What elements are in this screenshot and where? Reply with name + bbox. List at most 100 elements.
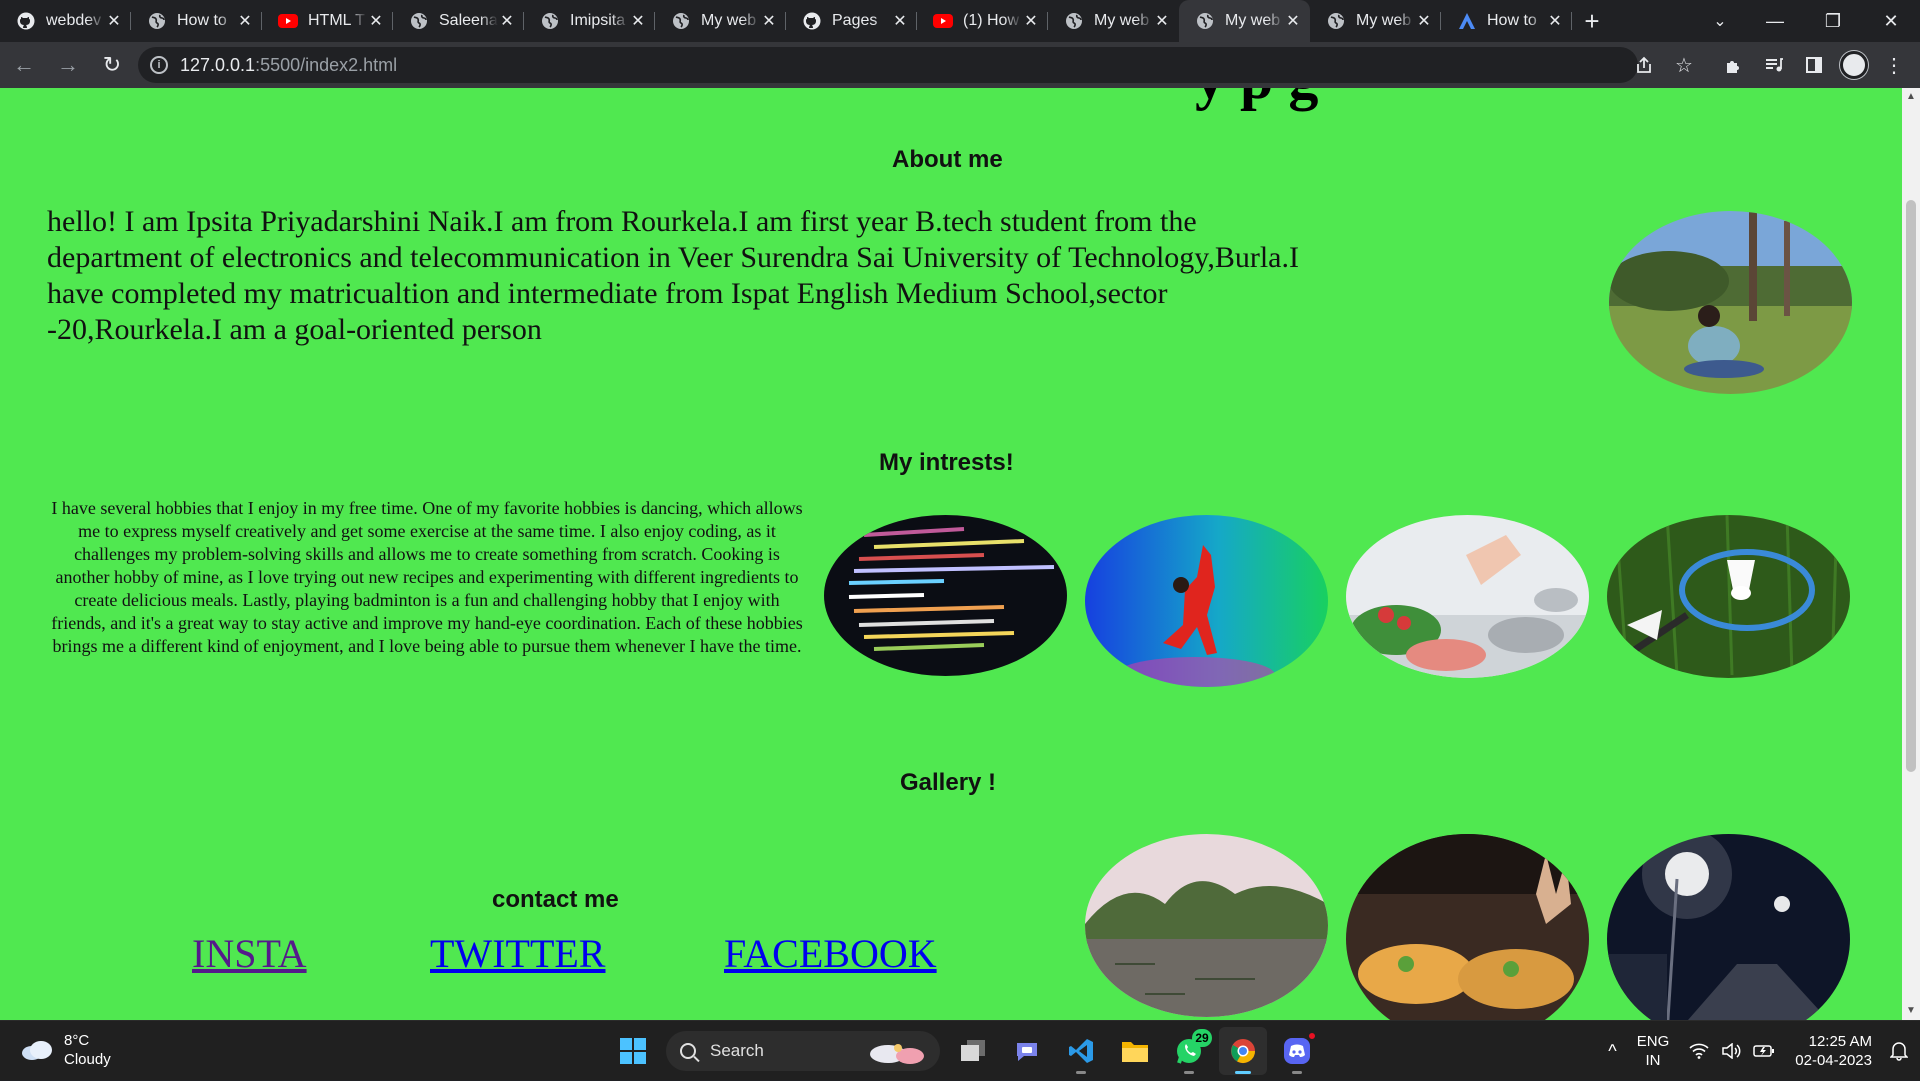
browser-tab[interactable]: (1) How ✕: [917, 0, 1048, 42]
browser-tab[interactable]: My web ✕: [1179, 0, 1310, 42]
task-view-button[interactable]: [949, 1027, 997, 1075]
close-tab-icon[interactable]: ✕: [1153, 12, 1171, 30]
media-control-icon[interactable]: [1754, 45, 1794, 85]
file-explorer-button[interactable]: [1111, 1027, 1159, 1075]
a-logo-icon: [1457, 11, 1477, 31]
show-hidden-icons-chevron-icon[interactable]: ^: [1602, 1041, 1622, 1062]
clock-date: 02-04-2023: [1795, 1052, 1872, 1069]
gallery-heading: Gallery !: [900, 769, 997, 796]
clock[interactable]: 12:25 AM 02-04-2023: [1781, 1032, 1884, 1070]
side-panel-icon[interactable]: [1794, 45, 1834, 85]
notification-icon[interactable]: [1884, 1041, 1920, 1061]
clock-time: 12:25 AM: [1808, 1033, 1872, 1050]
task-view-icon: [961, 1040, 985, 1061]
web-page: y p g About me hello! I am Ipsita Priyad…: [0, 88, 1902, 1020]
window-controls: — ❐ ✕: [1746, 0, 1920, 42]
battery-icon[interactable]: [1747, 1044, 1781, 1058]
insta-link[interactable]: INSTA: [192, 930, 307, 977]
menu-icon[interactable]: ⋮: [1874, 45, 1914, 85]
close-tab-icon[interactable]: ✕: [629, 12, 647, 30]
browser-tab[interactable]: Saleena ✕: [393, 0, 524, 42]
browser-tab[interactable]: My web ✕: [1310, 0, 1441, 42]
gallery-food-image: [1346, 834, 1589, 1020]
twitter-link[interactable]: TWITTER: [430, 930, 606, 977]
share-icon[interactable]: [1624, 45, 1664, 85]
cooking-image: [1346, 515, 1589, 678]
taskbar-search[interactable]: Search: [666, 1031, 940, 1071]
discord-button[interactable]: [1273, 1027, 1321, 1075]
globe-icon: [1326, 11, 1346, 31]
weather-widget[interactable]: 8°C Cloudy: [20, 1031, 111, 1069]
interests-heading: My intrests!: [879, 449, 1014, 476]
extensions-icon[interactable]: [1714, 45, 1754, 85]
close-tab-icon[interactable]: ✕: [1022, 12, 1040, 30]
running-indicator: [1292, 1071, 1302, 1074]
browser-tab[interactable]: Imipsita ✕: [524, 0, 655, 42]
address-bar[interactable]: i 127.0.0.1:5500/index2.html: [138, 47, 1638, 83]
browser-tab[interactable]: How to ✕: [1441, 0, 1572, 42]
browser-tab[interactable]: How to ✕: [131, 0, 262, 42]
bookmark-star-icon[interactable]: ☆: [1664, 45, 1704, 85]
folder-icon: [1122, 1042, 1148, 1062]
windows-logo-icon: [620, 1038, 646, 1064]
browser-toolbar: ← → ↻ i 127.0.0.1:5500/index2.html ☆ ⋮: [0, 42, 1920, 88]
close-tab-icon[interactable]: ✕: [1415, 12, 1433, 30]
wifi-icon[interactable]: [1683, 1043, 1715, 1059]
weather-temperature: 8°C: [64, 1032, 90, 1049]
start-button[interactable]: [609, 1027, 657, 1075]
browser-tab[interactable]: webdev ✕: [0, 0, 131, 42]
scroll-down-arrow[interactable]: ▼: [1906, 1006, 1916, 1016]
back-button[interactable]: ←: [4, 45, 44, 85]
search-highlight-icon: [870, 1044, 924, 1064]
tab-title: Pages: [832, 12, 878, 29]
chrome-button[interactable]: [1219, 1027, 1267, 1075]
restore-button[interactable]: ❐: [1804, 0, 1862, 42]
weather-condition: Cloudy: [64, 1051, 111, 1068]
browser-tab[interactable]: My web ✕: [655, 0, 786, 42]
facebook-link[interactable]: FACEBOOK: [724, 930, 937, 977]
region-code: IN: [1645, 1052, 1661, 1069]
reload-button[interactable]: ↻: [92, 45, 132, 85]
tab-title: HTML T: [308, 12, 365, 29]
site-info-icon[interactable]: i: [150, 56, 168, 74]
whatsapp-badge: 29: [1192, 1029, 1212, 1047]
browser-tab[interactable]: Pages ✕: [786, 0, 917, 42]
search-icon: [680, 1043, 696, 1059]
profile-photo: [1609, 211, 1852, 394]
globe-icon: [147, 11, 167, 31]
tab-strip: webdev ✕ How to ✕ HTML T ✕ Saleena ✕ Imipsita ✕ My…: [0, 0, 1920, 42]
vscode-button[interactable]: [1057, 1027, 1105, 1075]
minimize-button[interactable]: —: [1746, 0, 1804, 42]
globe-icon: [1195, 11, 1215, 31]
discord-icon: [1284, 1038, 1310, 1064]
close-tab-icon[interactable]: ✕: [236, 12, 254, 30]
close-tab-icon[interactable]: ✕: [760, 12, 778, 30]
whatsapp-button[interactable]: 29: [1165, 1027, 1213, 1075]
teams-chat-button[interactable]: [1003, 1027, 1051, 1075]
volume-icon[interactable]: [1715, 1043, 1747, 1059]
close-tab-icon[interactable]: ✕: [1284, 12, 1302, 30]
page-scrollbar[interactable]: ▲ ▼: [1902, 88, 1920, 1020]
close-tab-icon[interactable]: ✕: [105, 12, 123, 30]
profile-avatar[interactable]: [1834, 45, 1874, 85]
about-heading: About me: [892, 146, 1003, 173]
tab-title: Saleena: [439, 12, 498, 29]
scrollbar-thumb[interactable]: [1906, 200, 1916, 772]
browser-tab[interactable]: My web ✕: [1048, 0, 1179, 42]
language-indicator[interactable]: ENG IN: [1623, 1032, 1684, 1070]
system-tray: ^ ENG IN 12:25 AM 02-04-2023: [1602, 1021, 1920, 1081]
close-tab-icon[interactable]: ✕: [498, 12, 516, 30]
tab-search-button[interactable]: ⌄: [1700, 0, 1740, 42]
close-tab-icon[interactable]: ✕: [367, 12, 385, 30]
close-tab-icon[interactable]: ✕: [891, 12, 909, 30]
coding-image: [824, 515, 1067, 676]
close-tab-icon[interactable]: ✕: [1546, 12, 1564, 30]
close-window-button[interactable]: ✕: [1862, 0, 1920, 42]
globe-icon: [409, 11, 429, 31]
tab-title: How to: [1487, 12, 1537, 29]
forward-button[interactable]: →: [48, 45, 88, 85]
browser-tab[interactable]: HTML T ✕: [262, 0, 393, 42]
new-tab-button[interactable]: +: [1572, 0, 1612, 42]
url-host: 127.0.0.1: [180, 54, 256, 75]
scroll-up-arrow[interactable]: ▲: [1906, 92, 1916, 102]
